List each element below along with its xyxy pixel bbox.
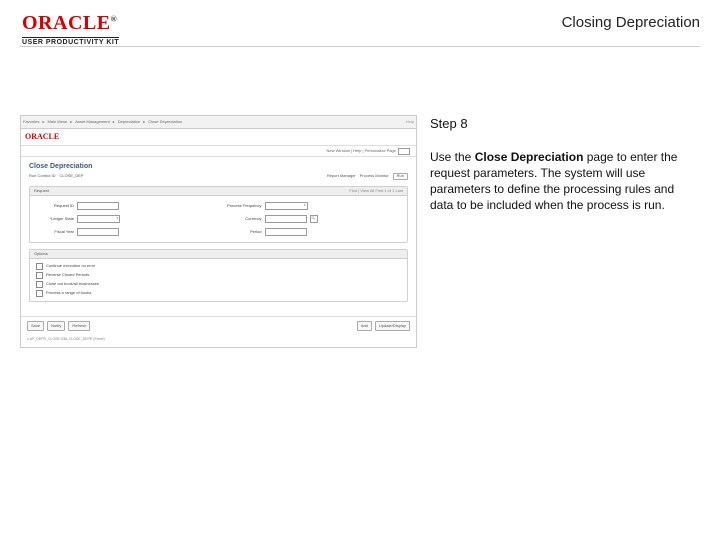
lookup-icon[interactable]: 🔍: [310, 215, 318, 223]
fiscal-input[interactable]: [77, 228, 119, 236]
request-id-input[interactable]: [77, 202, 119, 210]
period-label: Period: [224, 230, 262, 235]
page-title: Closing Depreciation: [300, 14, 700, 31]
check-label: Process a range of books: [46, 291, 91, 296]
process-freq-select[interactable]: [265, 202, 308, 210]
ss-bottom-bar: Save Notify Refresh Add Update/Display: [21, 316, 416, 335]
instruction-text-bold: Close Depreciation: [475, 150, 584, 164]
checkbox[interactable]: [36, 272, 43, 279]
options-section-header: Options: [30, 250, 407, 259]
report-manager-link[interactable]: Report Manager: [327, 174, 356, 179]
personalize-box[interactable]: [398, 148, 410, 155]
ss-footer: c.AP_DEPR_CLOSE.GBL.CLOSE_DEPR (Panel): [21, 335, 416, 347]
request-id-label: Request ID: [36, 204, 74, 209]
ss-body: Close Depreciation Run Control ID CLOSE_…: [21, 157, 416, 316]
nav-item[interactable]: Main Menu: [47, 120, 67, 125]
checkbox[interactable]: [36, 263, 43, 270]
nav-help[interactable]: Help: [406, 120, 414, 125]
nav-item[interactable]: Asset Management: [75, 120, 109, 125]
ss-logo-bar: ORACLE: [21, 129, 416, 146]
step-label: Step 8: [430, 115, 700, 133]
add-button[interactable]: Add: [357, 321, 372, 331]
run-control-label: Run Control ID: [29, 174, 55, 179]
title-divider: [20, 46, 700, 47]
currency-input[interactable]: [265, 215, 307, 223]
check-label: Continue execution on error: [46, 264, 95, 269]
upk-subtitle: USER PRODUCTIVITY KIT: [22, 37, 119, 46]
request-section-header: Request Find | View All First 1 of 1 Las…: [30, 187, 407, 196]
refresh-button[interactable]: Refresh: [68, 321, 90, 331]
currency-label: Currency: [224, 217, 262, 222]
fiscal-label: Fiscal Year: [36, 230, 74, 235]
nav-item[interactable]: Depreciation: [118, 120, 140, 125]
instruction-text-before: Use the: [430, 150, 475, 164]
nav-item[interactable]: Close Depreciation: [148, 120, 182, 125]
app-screenshot: Favorites ▸ Main Menu ▸ Asset Management…: [20, 115, 417, 348]
run-control-row: Run Control ID CLOSE_DEP Report Manager …: [29, 173, 408, 180]
mini-oracle-logo: ORACLE: [25, 132, 59, 142]
request-nav-text[interactable]: Find | View All First 1 of 1 Last: [349, 189, 407, 194]
brand-text: ORACLE: [22, 12, 111, 34]
update-display-button[interactable]: Update/Display: [375, 321, 410, 331]
options-tab-label: Options: [34, 252, 48, 257]
options-checks: Continue execution on error Reverse Clos…: [30, 259, 407, 301]
checkbox[interactable]: [36, 281, 43, 288]
oracle-logo: ORACLE®: [22, 12, 119, 35]
run-control-value: CLOSE_DEP: [59, 174, 83, 179]
ss-navbar: Favorites ▸ Main Menu ▸ Asset Management…: [21, 116, 416, 129]
check-label: Close out book/all businesses: [46, 282, 99, 287]
options-section: Options Continue execution on error Reve…: [29, 249, 408, 302]
run-button[interactable]: Run: [393, 173, 408, 180]
trademark: ®: [111, 14, 117, 23]
ledger-label: *Ledger State: [36, 217, 74, 222]
ss-toolbar: New Window | Help | Personalize Page: [21, 146, 416, 157]
ledger-select[interactable]: [77, 215, 120, 223]
process-monitor-link[interactable]: Process Monitor: [360, 174, 389, 179]
slide-header: ORACLE® USER PRODUCTIVITY KIT: [22, 12, 119, 47]
instruction-panel: Step 8 Use the Close Depreciation page t…: [430, 115, 700, 213]
check-label: Reverse Closed Periods: [46, 273, 89, 278]
ss-page-title: Close Depreciation: [29, 163, 408, 171]
save-button[interactable]: Save: [27, 321, 44, 331]
process-freq-label: Process Frequency: [224, 204, 262, 209]
checkbox[interactable]: [36, 290, 43, 297]
nav-item[interactable]: Favorites: [23, 120, 39, 125]
request-form: Request ID Process Frequency *Ledger Sta…: [30, 196, 407, 242]
period-input[interactable]: [265, 228, 307, 236]
request-tab-label: Request: [34, 189, 49, 194]
toolbar-links[interactable]: New Window | Help | Personalize Page: [327, 149, 396, 154]
request-section: Request Find | View All First 1 of 1 Las…: [29, 186, 408, 243]
instruction-body: Use the Close Depreciation page to enter…: [430, 149, 700, 214]
notify-button[interactable]: Notify: [47, 321, 65, 331]
